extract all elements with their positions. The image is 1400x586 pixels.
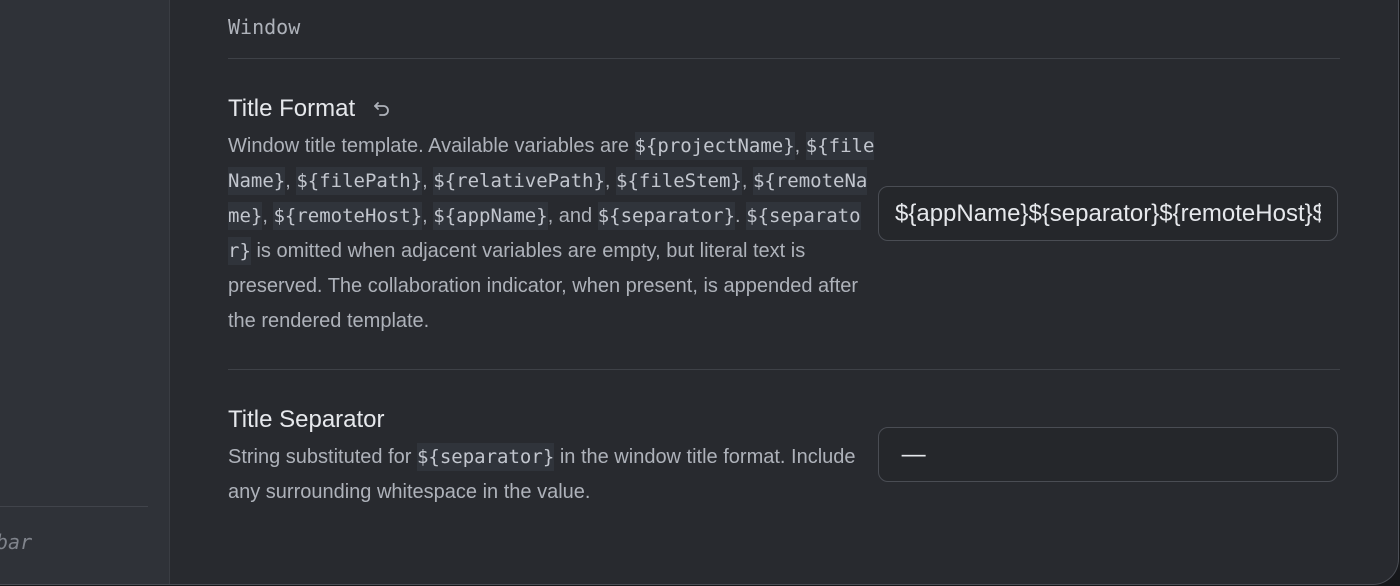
- variable-project-name: ${projectName}: [634, 132, 795, 160]
- variable-file-stem: ${fileStem}: [616, 167, 742, 195]
- title-separator-description: String substituted for ${separator} in t…: [228, 440, 878, 510]
- variable-separator: ${separator}: [416, 443, 555, 471]
- section-divider: [228, 58, 1340, 59]
- variable-remote-host: ${remoteHost}: [273, 202, 423, 230]
- title-format-description: Window title template. Available variabl…: [228, 129, 878, 339]
- title-separator-label-row: Title Separator: [228, 405, 385, 435]
- sidebar: bar: [0, 0, 170, 584]
- variable-relative-path: ${relativePath}: [433, 167, 605, 195]
- title-separator-label: Title Separator: [228, 406, 385, 433]
- title-format-label: Title Format: [228, 95, 356, 122]
- title-format-input[interactable]: [878, 186, 1338, 241]
- setting-divider: [228, 369, 1340, 370]
- variable-separator: ${separator}: [597, 202, 736, 230]
- undo-arrow-icon[interactable]: [371, 98, 393, 120]
- sidebar-item-partial[interactable]: bar: [0, 530, 32, 554]
- settings-window: bar Window Title Format Window title tem…: [0, 0, 1399, 585]
- variable-app-name: ${appName}: [433, 202, 548, 230]
- sidebar-divider: [0, 506, 148, 507]
- section-title: Window: [228, 15, 301, 39]
- title-separator-input[interactable]: [878, 427, 1338, 482]
- title-format-label-row: Title Format: [228, 94, 393, 124]
- variable-file-path: ${filePath}: [296, 167, 423, 195]
